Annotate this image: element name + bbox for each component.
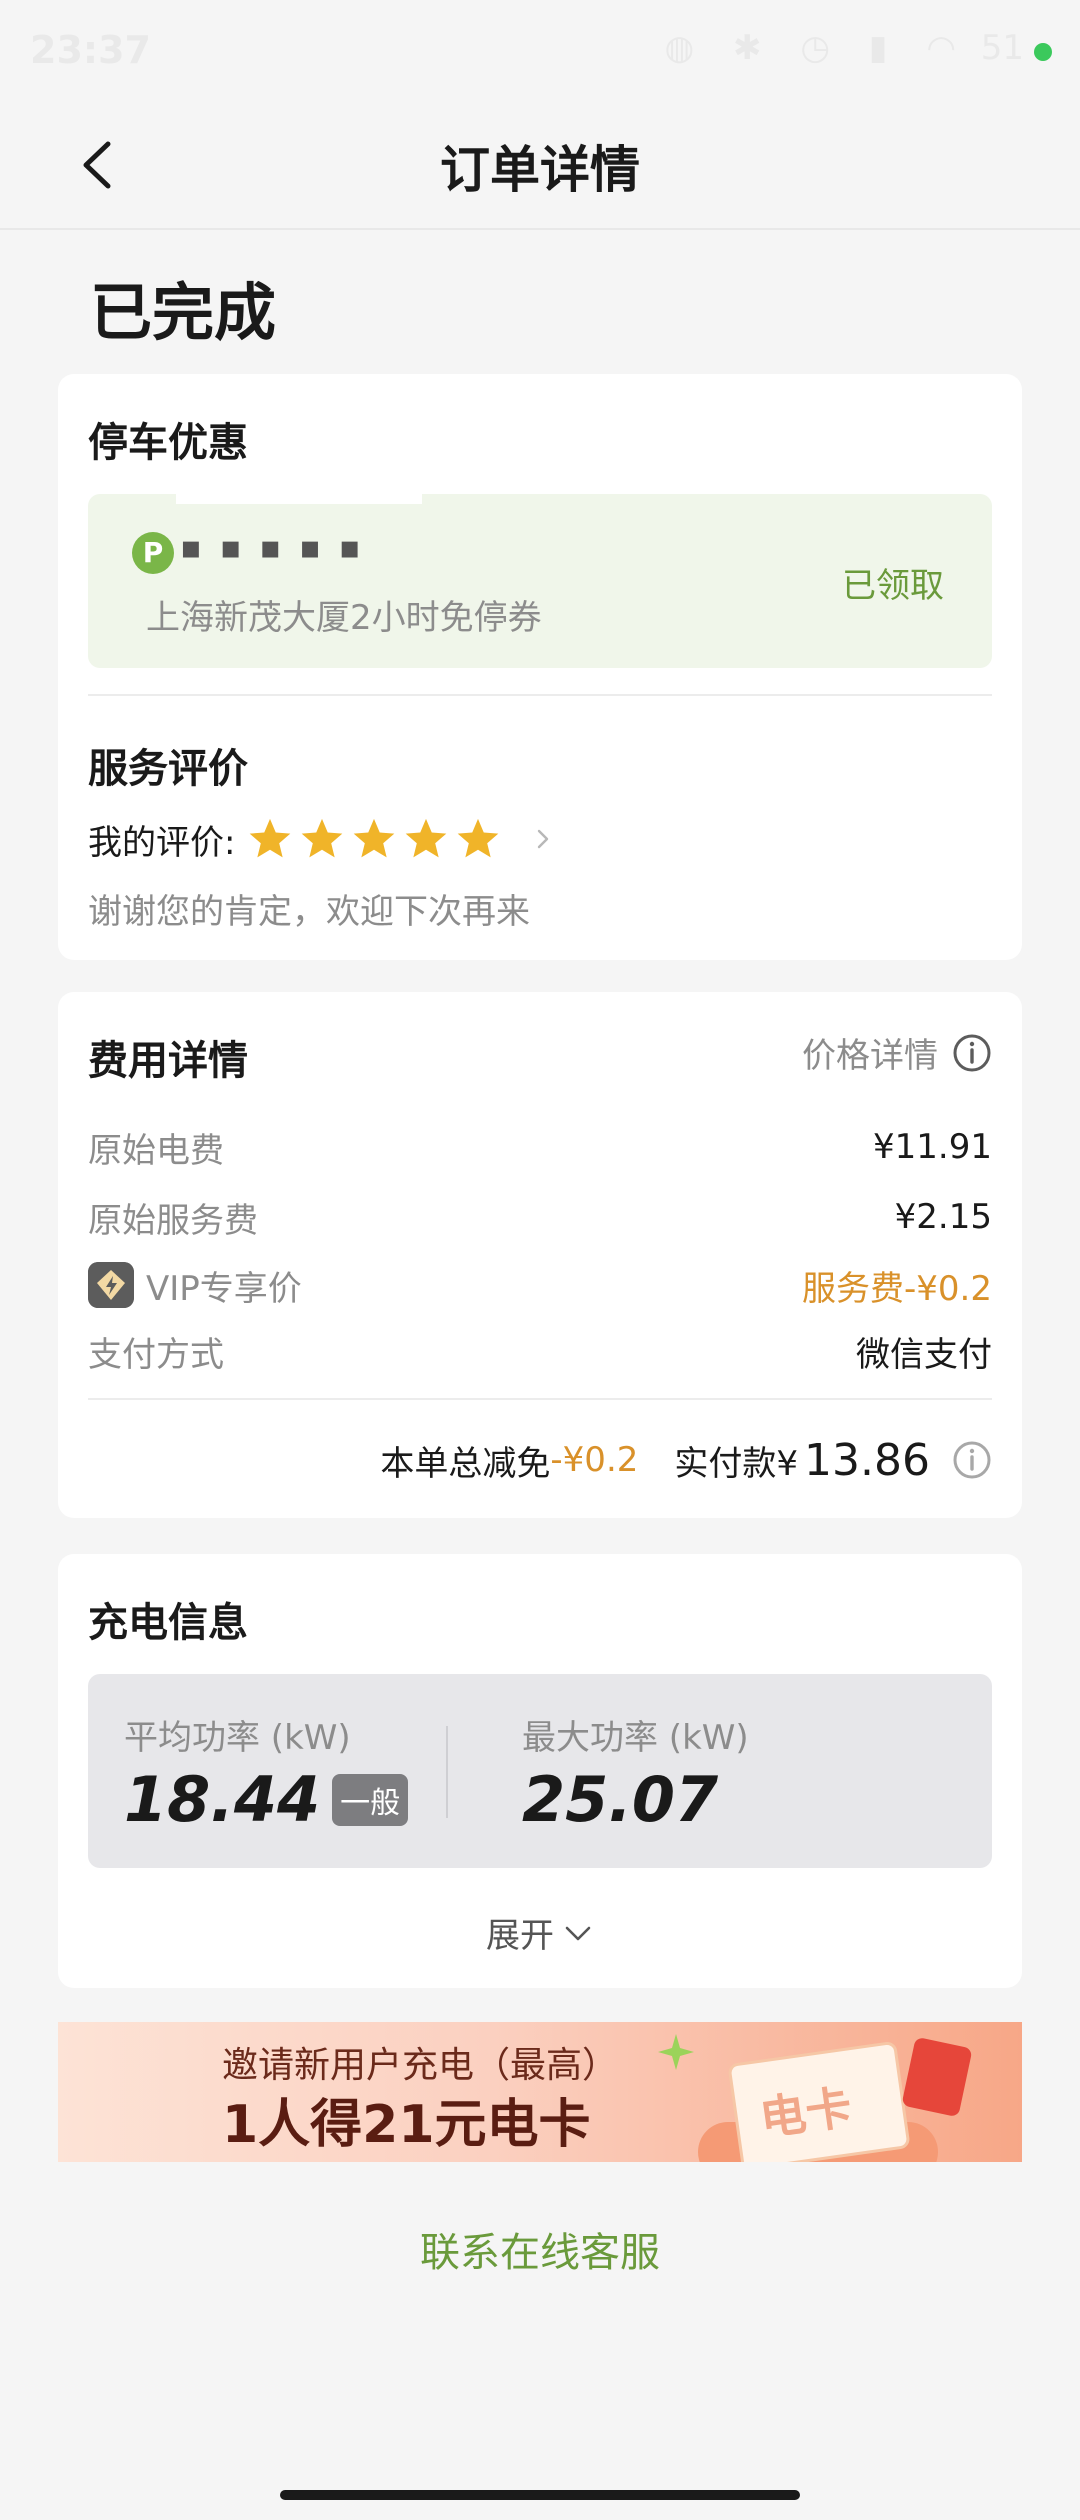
rating-row[interactable]: 我的评价: <box>88 814 555 864</box>
parking-coupon[interactable]: P ▪▪▪▪▪ 上海新茂大厦2小时免停券 已领取 <box>88 490 992 668</box>
divider <box>88 1398 992 1400</box>
avg-power-label: 平均功率 (kW) <box>124 1718 351 1758</box>
total-discount-value: -¥0.2 <box>550 1440 639 1480</box>
vip-icon <box>88 1262 134 1308</box>
page-title: 订单详情 <box>440 141 640 199</box>
parking-rating-card: 停车优惠 P ▪▪▪▪▪ 上海新茂大厦2小时免停券 已领取 服务评价 我的评价:… <box>58 374 1022 960</box>
nav-bar: 订单详情 <box>0 100 1080 230</box>
parking-title: 停车优惠 <box>88 420 248 466</box>
power-divider <box>446 1726 448 1818</box>
info-icon[interactable] <box>952 1033 992 1073</box>
fee-row-payment: 支付方式 微信支付 <box>88 1326 992 1376</box>
gift-icon <box>901 2036 973 2118</box>
vip-value: 服务费-¥0.2 <box>802 1268 992 1309</box>
price-detail-link[interactable]: 价格详情 <box>802 1028 992 1077</box>
status-dot <box>1034 43 1052 61</box>
invite-promo-banner[interactable]: 邀请新用户充电（最高） 1人得21元电卡 电卡 <box>58 2022 1022 2162</box>
status-time: 23:37 <box>30 28 151 72</box>
avg-power: 平均功率 (kW) 18.44 一般 <box>124 1710 409 1836</box>
max-power: 最大功率 (kW) 25.07 <box>522 1710 749 1836</box>
battery-level: 51 <box>980 28 1024 68</box>
status-icons: ◍ ✱ ◷ ▮ ◠ <box>665 28 970 68</box>
price-detail-label: 价格详情 <box>802 1036 938 1076</box>
coupon-status: 已领取 <box>842 566 944 606</box>
wifi-icon: ◠ <box>926 28 970 68</box>
e-card-illustration: 电卡 <box>727 2040 911 2162</box>
contact-support-link[interactable]: 联系在线客服 <box>0 2220 1080 2278</box>
coupon-description: 上海新茂大厦2小时免停券 <box>146 598 542 638</box>
star-icon <box>250 818 291 858</box>
fee-value: ¥2.15 <box>894 1197 992 1237</box>
parking-p-icon: P <box>132 532 174 574</box>
star-icon <box>354 818 395 858</box>
max-power-value: 25.07 <box>522 1763 719 1836</box>
promo-line-1: 邀请新用户充电（最高） <box>222 2045 619 2086</box>
nfc-icon: ◍ <box>664 28 709 68</box>
order-status: 已完成 <box>90 276 277 349</box>
star-icon <box>406 818 447 858</box>
vip-label: VIP专享价 <box>146 1268 302 1309</box>
fee-card: 费用详情 价格详情 原始电费 ¥11.91 原始服务费 ¥2.15 VIP专享价… <box>58 992 1022 1518</box>
star-icon <box>458 818 499 858</box>
power-level-badge: 一般 <box>332 1773 409 1826</box>
status-bar: 23:37 ◍ ✱ ◷ ▮ ◠ 51 <box>0 0 1080 100</box>
power-summary: 平均功率 (kW) 18.44 一般 最大功率 (kW) 25.07 <box>88 1674 992 1868</box>
actual-payment-label: 实付款¥ <box>674 1443 799 1484</box>
fee-title: 费用详情 <box>88 1038 248 1084</box>
signal-icon: ▮ <box>868 28 902 68</box>
info-icon[interactable] <box>952 1440 992 1480</box>
rating-label: 我的评价: <box>88 822 236 863</box>
max-power-value-row: 25.07 <box>522 1763 749 1836</box>
max-power-label: 最大功率 (kW) <box>522 1718 749 1758</box>
fee-value: 微信支付 <box>856 1334 992 1375</box>
total-discount-label: 本单总减免 <box>380 1443 551 1484</box>
chevron-down-icon <box>565 1926 591 1940</box>
avg-power-value: 18.44 <box>124 1763 321 1836</box>
fee-value: ¥11.91 <box>873 1127 992 1167</box>
promo-line-2: 1人得21元电卡 <box>222 2095 591 2155</box>
coupon-mask <box>176 490 422 504</box>
charge-title: 充电信息 <box>88 1600 248 1646</box>
rating-comment: 谢谢您的肯定，欢迎下次再来 <box>88 892 530 932</box>
total-row: 本单总减免 -¥0.2 实付款¥ 13.86 <box>380 1432 992 1488</box>
star-icon <box>302 818 343 858</box>
home-indicator[interactable] <box>280 2490 800 2500</box>
bluetooth-icon: ✱ <box>733 28 776 68</box>
fee-row-vip: VIP专享价 服务费-¥0.2 <box>88 1260 992 1310</box>
fee-label: 原始服务费 <box>88 1200 258 1241</box>
alarm-icon: ◷ <box>800 28 844 68</box>
e-card-text: 电卡 <box>756 2079 856 2147</box>
expand-button[interactable]: 展开 <box>58 1908 1022 1957</box>
actual-payment-value: 13.86 <box>804 1434 930 1486</box>
chevron-right-icon[interactable] <box>531 827 555 851</box>
avg-power-value-row: 18.44 一般 <box>124 1763 409 1836</box>
divider <box>88 694 992 696</box>
fee-label: 支付方式 <box>88 1334 224 1375</box>
sparkle-icon <box>658 2034 694 2070</box>
fee-row-service: 原始服务费 ¥2.15 <box>88 1192 992 1242</box>
expand-label: 展开 <box>486 1916 554 1956</box>
rating-title: 服务评价 <box>88 746 248 792</box>
fee-row-electricity: 原始电费 ¥11.91 <box>88 1122 992 1172</box>
fee-label: 原始电费 <box>88 1130 224 1171</box>
plate-number: ▪▪▪▪▪ <box>180 528 379 566</box>
fee-label-vip: VIP专享价 <box>88 1261 302 1310</box>
charge-card: 充电信息 平均功率 (kW) 18.44 一般 最大功率 (kW) 25.07 … <box>58 1554 1022 1988</box>
